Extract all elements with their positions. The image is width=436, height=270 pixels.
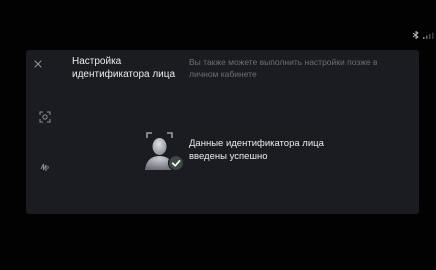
page-title: Настройка идентификатора лица bbox=[72, 56, 176, 80]
voice-button[interactable] bbox=[38, 160, 52, 174]
face-id-setup-panel: Настройка идентификатора лица Вы также м… bbox=[26, 50, 419, 214]
bluetooth-icon bbox=[412, 31, 419, 39]
face-scan-icon bbox=[39, 111, 51, 123]
voice-icon bbox=[40, 163, 49, 171]
face-success-icon bbox=[145, 132, 185, 172]
screen: Настройка идентификатора лица Вы также м… bbox=[0, 0, 436, 270]
close-icon bbox=[34, 60, 42, 68]
setup-later-hint: Вы также можете выполнить настройки позж… bbox=[189, 57, 378, 79]
success-message: Данные идентификатора лица введены успеш… bbox=[189, 138, 324, 162]
face-scan-button[interactable] bbox=[38, 110, 52, 124]
signal-icon bbox=[423, 32, 434, 39]
close-button[interactable] bbox=[32, 58, 44, 70]
status-bar bbox=[412, 30, 434, 40]
